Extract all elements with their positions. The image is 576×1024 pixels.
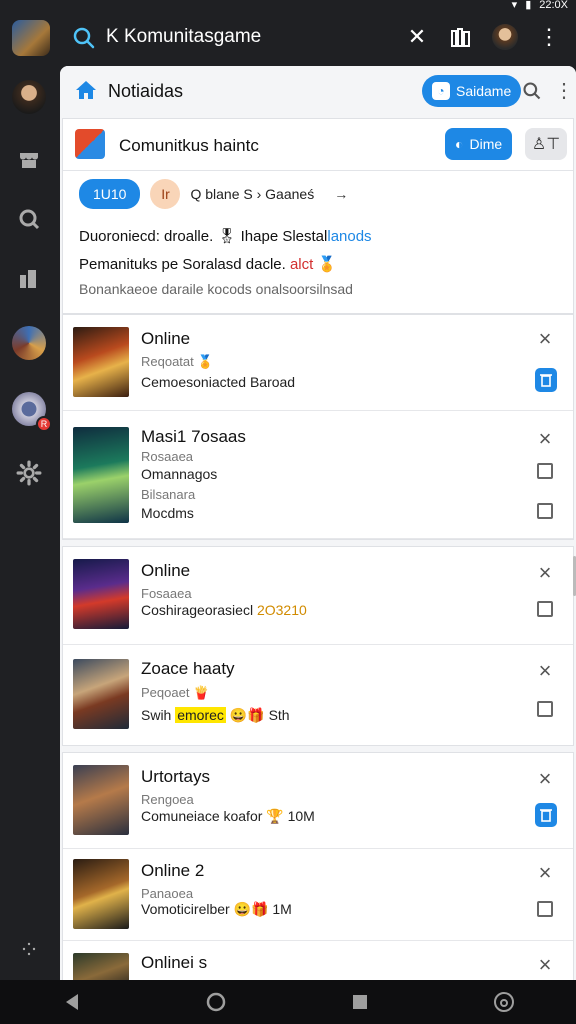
app-icon[interactable] bbox=[12, 20, 50, 56]
game-thumbnail bbox=[73, 659, 129, 729]
select-checkbox[interactable] bbox=[537, 463, 553, 479]
search-input[interactable]: K Komunitasgame bbox=[106, 26, 261, 48]
notification-card[interactable]: Online 2 Panaoea Vomoticirelber 😀🎁 1M × bbox=[63, 849, 573, 941]
notification-card[interactable]: Onlinei s × bbox=[63, 941, 573, 980]
primary-action-button[interactable]: ◔ Saidame bbox=[422, 75, 522, 107]
search-icon[interactable] bbox=[72, 26, 96, 50]
panel-header: Notiaidas ◔ Saidame ⋮ bbox=[60, 66, 576, 116]
notification-card[interactable]: Masi1 7osaas Rosaaea Omannagos Bilsanara… bbox=[63, 411, 573, 539]
chip-arrow-icon[interactable]: → bbox=[334, 186, 348, 202]
notification-card[interactable]: Urtortays Rengoea Comuneiace koafor 🏆 10… bbox=[63, 753, 573, 849]
community-link[interactable]: lanods bbox=[327, 228, 371, 245]
panel-search-icon[interactable] bbox=[522, 81, 542, 101]
community-line-1: Duoroniecd: droalle. 🎖 Ihape Slestallano… bbox=[79, 228, 372, 245]
notification-group: Online Reqoatat 🏅 Cemoesoniacted Baroad … bbox=[62, 314, 574, 540]
top-bar: K Komunitasgame ✕ ⋮ bbox=[0, 12, 576, 64]
system-nav-bar bbox=[0, 980, 576, 1024]
community-title: Comunitkus haintc bbox=[119, 136, 259, 155]
community-chip-icon[interactable]: Ir bbox=[150, 179, 181, 209]
notification-card[interactable]: Online Fosaaea Coshirageorasiecl 2O3210 … bbox=[63, 547, 573, 645]
select-checkbox[interactable] bbox=[537, 601, 553, 617]
community-line-2: Pemanituks pe Soralasd dacle. alct 🏅 bbox=[79, 256, 337, 273]
select-checkbox[interactable] bbox=[537, 503, 553, 519]
member-count-chip[interactable]: 1U10 bbox=[79, 179, 141, 209]
back-icon[interactable] bbox=[60, 990, 84, 1014]
settings-gear-icon[interactable] bbox=[12, 456, 46, 490]
close-icon[interactable]: × bbox=[535, 562, 555, 584]
trash-icon bbox=[540, 374, 552, 387]
game-thumbnail bbox=[73, 859, 129, 929]
recents-icon[interactable] bbox=[348, 990, 372, 1014]
home-icon[interactable] bbox=[74, 78, 98, 102]
close-icon[interactable]: × bbox=[535, 328, 555, 350]
delete-button[interactable] bbox=[535, 803, 557, 827]
more-options-icon[interactable]: ⋮ bbox=[536, 24, 562, 50]
sidebar-disc-icon[interactable]: R bbox=[12, 392, 52, 432]
community-options-button[interactable]: ♙⊤ bbox=[525, 128, 567, 160]
select-checkbox[interactable] bbox=[537, 901, 553, 917]
notification-group: Urtortays Rengoea Comuneiace koafor 🏆 10… bbox=[62, 752, 574, 980]
notification-card[interactable]: Online Reqoatat 🏅 Cemoesoniacted Baroad … bbox=[63, 315, 573, 411]
library-icon[interactable] bbox=[448, 24, 474, 50]
notifications-panel: Notiaidas ◔ Saidame ⋮ Comunitkus haintc … bbox=[60, 66, 576, 980]
panel-title: Notiaidas bbox=[108, 81, 184, 101]
chat-icon: ◔ bbox=[432, 82, 450, 100]
game-thumbnail bbox=[73, 953, 129, 980]
panel-more-icon[interactable]: ⋮ bbox=[554, 78, 574, 103]
close-search-icon[interactable]: ✕ bbox=[404, 24, 430, 50]
select-checkbox[interactable] bbox=[537, 701, 553, 717]
sidebar-profile-avatar[interactable] bbox=[12, 80, 46, 114]
join-button[interactable]: ◐ Dime bbox=[445, 128, 513, 160]
notification-card[interactable]: Zoace haaty Peqoaet 🍟 Swih emorec 😀🎁 Sth… bbox=[63, 645, 573, 745]
close-icon[interactable]: × bbox=[535, 428, 555, 450]
sidebar-store-icon[interactable] bbox=[12, 142, 46, 176]
close-icon[interactable]: × bbox=[535, 954, 555, 976]
notification-badge-icon: R bbox=[36, 416, 52, 432]
close-icon[interactable]: × bbox=[535, 660, 555, 682]
join-icon: ◐ bbox=[455, 136, 464, 152]
close-icon[interactable]: × bbox=[535, 768, 555, 790]
delete-button[interactable] bbox=[535, 368, 557, 392]
community-card: Comunitkus haintc ◐ Dime ♙⊤ 1U10 Ir Q bl… bbox=[62, 118, 574, 314]
close-icon[interactable]: × bbox=[535, 862, 555, 884]
status-bar: ▾ ▮ 22:0X bbox=[0, 0, 576, 12]
sidebar-search-icon[interactable] bbox=[12, 202, 46, 236]
signal-icon: ▾ bbox=[511, 0, 518, 11]
battery-icon: ▮ bbox=[525, 0, 532, 11]
status-time: 22:0X bbox=[539, 0, 568, 11]
notification-group: Online Fosaaea Coshirageorasiecl 2O3210 … bbox=[62, 546, 574, 746]
sidebar-expand-icon[interactable] bbox=[12, 932, 46, 966]
community-line-3: Bonankaeoe daraile kocods onalsoorsilnsa… bbox=[79, 281, 353, 297]
sidebar-library-icon[interactable] bbox=[12, 262, 46, 296]
profile-avatar[interactable] bbox=[492, 24, 518, 50]
community-chip-text: Q blane S › Gaaneś bbox=[190, 186, 315, 202]
home-circle-icon[interactable] bbox=[204, 990, 228, 1014]
game-thumbnail bbox=[73, 327, 129, 397]
game-thumbnail bbox=[73, 559, 129, 629]
assistant-icon[interactable] bbox=[492, 990, 516, 1014]
sidebar: R bbox=[0, 64, 58, 980]
user-options-icon: ♙⊤ bbox=[531, 136, 561, 153]
trash-icon bbox=[540, 809, 552, 822]
sidebar-game-icon[interactable] bbox=[12, 326, 46, 360]
community-logo-icon bbox=[75, 129, 105, 159]
game-thumbnail bbox=[73, 765, 129, 835]
game-thumbnail bbox=[73, 427, 129, 523]
